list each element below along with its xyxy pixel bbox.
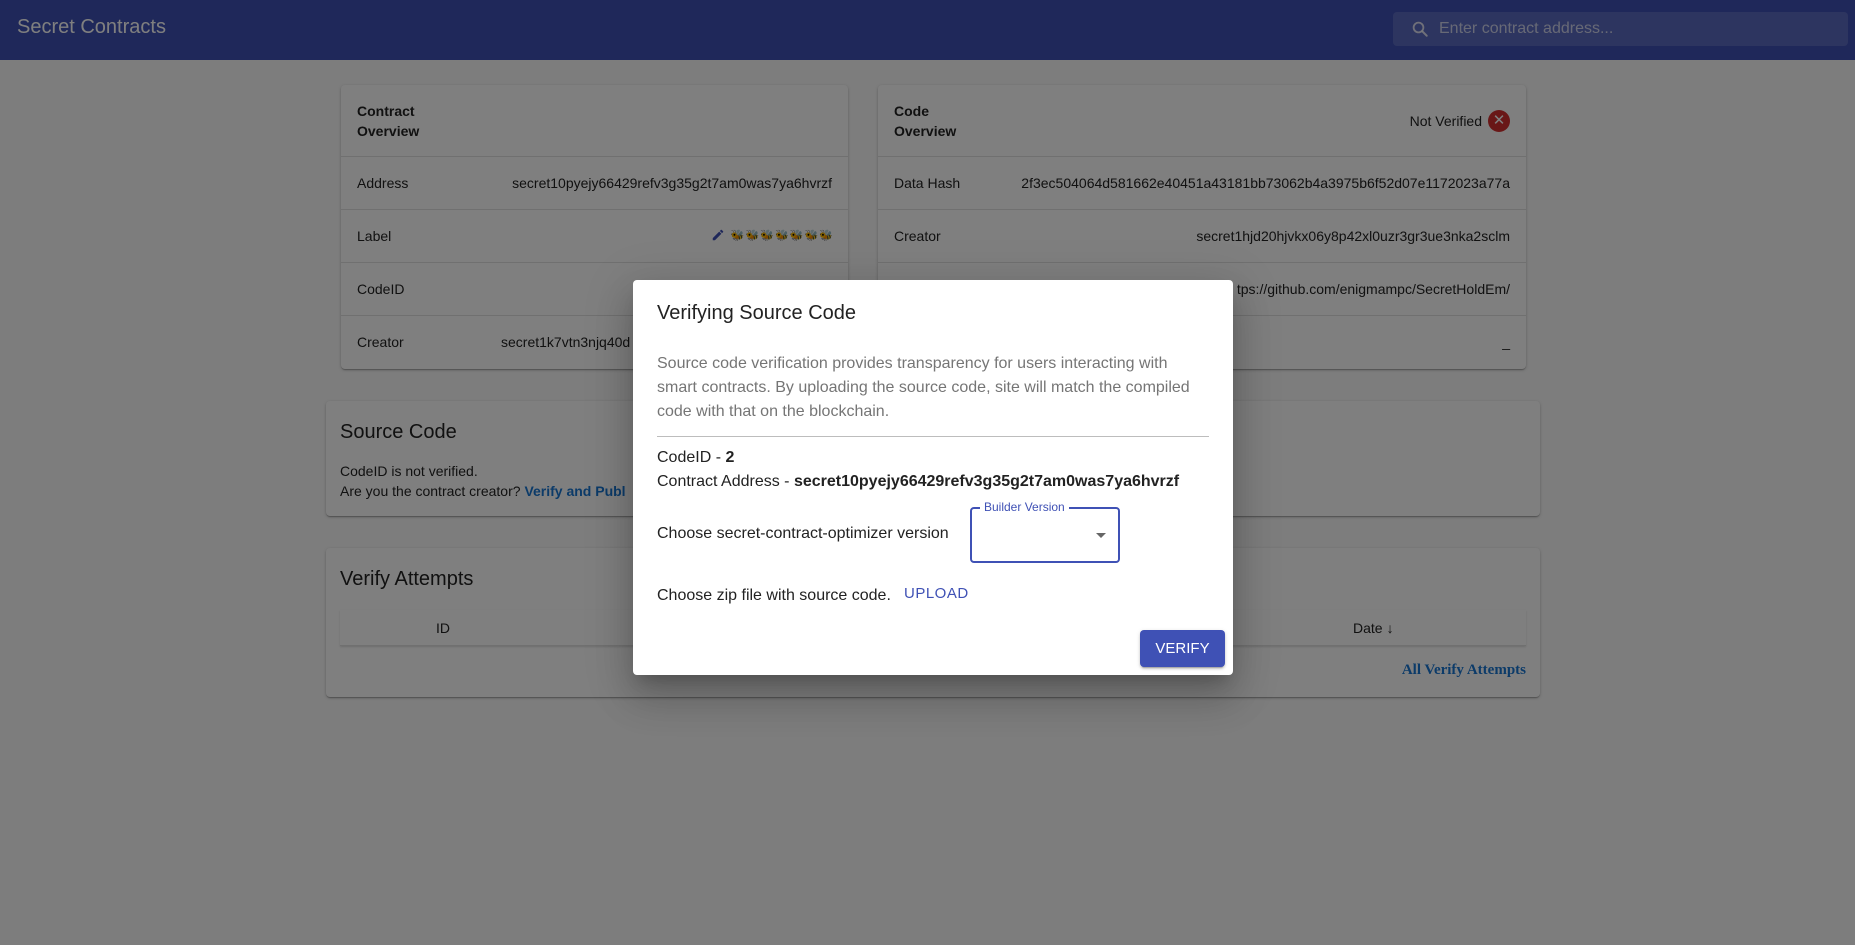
builder-version-select[interactable]: Builder Version bbox=[970, 500, 1120, 563]
dialog-title: Verifying Source Code bbox=[657, 302, 857, 324]
verify-source-dialog: Verifying Source Code Source code verifi… bbox=[633, 280, 1233, 675]
builder-version-label: Builder Version bbox=[980, 500, 1069, 514]
dialog-address-value: secret10pyejy66429refv3g35g2t7am0was7ya6… bbox=[793, 473, 1180, 490]
dialog-address-label: Contract Address - bbox=[657, 473, 794, 490]
dialog-codeid-value: 2 bbox=[725, 449, 735, 466]
upload-button[interactable]: UPLOAD bbox=[904, 585, 969, 602]
dialog-codeid-label: CodeID - bbox=[657, 449, 726, 466]
dialog-divider bbox=[657, 436, 1209, 437]
zip-label: Choose zip file with source code. bbox=[657, 587, 891, 604]
chevron-down-icon bbox=[1096, 533, 1106, 538]
dialog-description: Source code verification provides transp… bbox=[657, 355, 1190, 420]
optimizer-label: Choose secret-contract-optimizer version bbox=[657, 525, 949, 542]
address-line: Contract Address - secret10pyejy66429ref… bbox=[657, 473, 1179, 491]
verify-button[interactable]: VERIFY bbox=[1140, 630, 1225, 667]
codeid-line: CodeID - 2 bbox=[657, 449, 734, 467]
